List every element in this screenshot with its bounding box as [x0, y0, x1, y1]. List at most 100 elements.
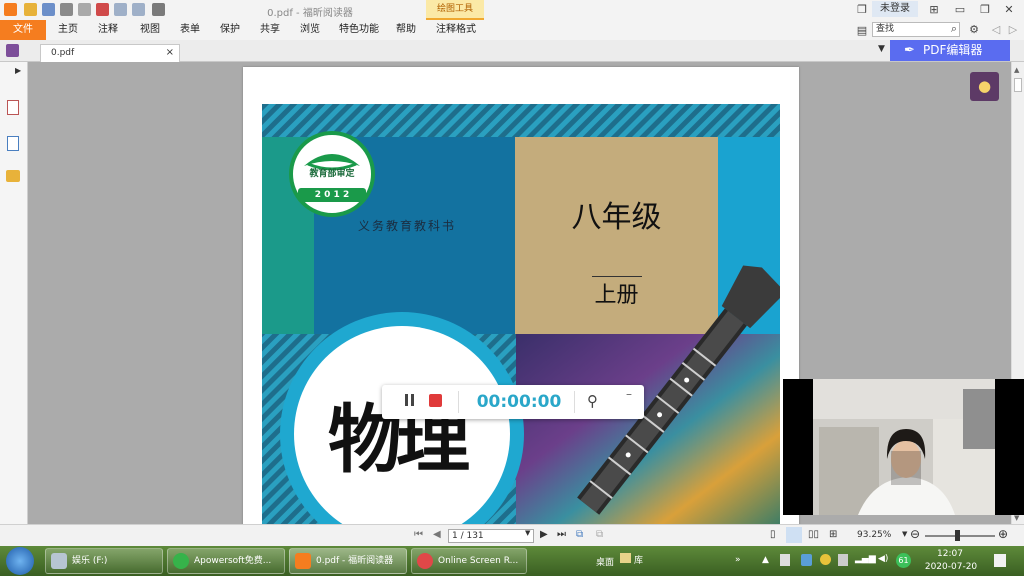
restore-button[interactable]: ❐ — [977, 3, 993, 16]
undo-icon[interactable] — [114, 3, 127, 16]
single-page-icon[interactable]: ▯ — [770, 529, 776, 540]
toolbar-expand-icon[interactable]: » — [735, 555, 741, 565]
redo-icon[interactable] — [132, 3, 145, 16]
prev-view-icon[interactable]: ⧉ — [576, 529, 583, 540]
page-dropdown-icon[interactable]: ▼ — [525, 529, 530, 537]
last-page-icon[interactable]: ⏭ — [557, 529, 566, 540]
taskbar-explorer[interactable]: 娱乐 (F:) — [45, 548, 163, 574]
start-button[interactable] — [6, 547, 34, 575]
taskbar-apowersoft-label: Apowersoft免费... — [194, 556, 272, 566]
close-button[interactable]: ✕ — [1001, 3, 1017, 16]
grid-icon[interactable]: ⊞ — [926, 3, 942, 16]
app-logo-icon — [4, 3, 17, 16]
sign-icon[interactable] — [6, 44, 19, 57]
network-icon[interactable]: ▂▄▆ — [855, 554, 876, 564]
zoom-slider-thumb[interactable] — [955, 530, 960, 541]
expand-panel-icon[interactable]: ▶ — [15, 66, 21, 75]
hand-tool-icon[interactable] — [152, 3, 165, 16]
menu-comment[interactable]: 注释 — [98, 20, 118, 40]
link-icon[interactable]: ⚲ — [587, 392, 598, 410]
page-number-input[interactable]: 1 / 131 — [448, 529, 534, 543]
drawing-tools-tab[interactable]: 绘图工具 — [426, 0, 484, 20]
zoom-level[interactable]: 93.25% — [857, 530, 891, 540]
library-toolbar[interactable]: 库 — [634, 553, 643, 566]
status-bar: ⏮ ◀ 1 / 131 ▼ ▶ ⏭ ⧉ ⧉ ▯ ▯▯ ⊞ 93.25% ▼ ⊖ … — [0, 524, 1024, 546]
zoom-out-icon[interactable]: ⊖ — [910, 527, 920, 541]
minimize-button[interactable]: ▭ — [952, 3, 968, 16]
menu-form[interactable]: 表单 — [180, 20, 200, 40]
keyboard-icon[interactable] — [780, 554, 790, 566]
app-tray-icon[interactable] — [820, 554, 831, 565]
menu-share[interactable]: 共享 — [260, 20, 280, 40]
security-icon[interactable] — [801, 554, 812, 566]
bookmarks-icon[interactable] — [7, 136, 19, 151]
settings-icon[interactable]: ⚙ — [966, 23, 982, 36]
zoom-slider[interactable] — [925, 535, 995, 537]
scroll-thumb[interactable] — [1014, 78, 1022, 92]
device-icon[interactable] — [838, 554, 848, 566]
recording-toolbar: 00:00:00 ⚲ – — [382, 385, 644, 419]
menu-comment-format[interactable]: 注释格式 — [436, 20, 476, 40]
next-view-icon[interactable]: ⧉ — [596, 529, 603, 540]
two-page-icon[interactable]: ▯▯ — [808, 529, 819, 540]
taskbar-foxit[interactable]: 0.pdf - 福昕阅读器 — [289, 548, 407, 574]
pdf-editor-button[interactable]: ✒ PDF编辑器 — [890, 40, 1010, 61]
comments-icon[interactable] — [6, 170, 20, 182]
continuous-page-icon[interactable] — [786, 527, 802, 543]
menu-view[interactable]: 视图 — [140, 20, 160, 40]
clock-date[interactable]: 2020-07-20 — [924, 562, 978, 572]
menu-protect[interactable]: 保护 — [220, 20, 240, 40]
pause-icon[interactable] — [405, 394, 408, 406]
stop-icon[interactable] — [429, 394, 442, 407]
seal-year: 2 0 1 2 — [314, 190, 350, 200]
menu-help[interactable]: 帮助 — [396, 20, 416, 40]
menu-home[interactable]: 主页 — [58, 20, 78, 40]
minimize-recorder-icon[interactable]: – — [626, 387, 632, 401]
close-tab-icon[interactable]: × — [166, 47, 174, 58]
prev-page-icon[interactable]: ◀ — [433, 529, 441, 540]
zoom-dropdown-icon[interactable]: ▼ — [902, 530, 907, 538]
scroll-up-icon[interactable]: ▲ — [1014, 66, 1019, 74]
screenshot-icon[interactable] — [78, 3, 91, 16]
skin-icon[interactable]: ❐ — [854, 3, 870, 16]
open-icon[interactable] — [24, 3, 37, 16]
taskbar-recorder[interactable]: Online Screen R... — [411, 548, 527, 574]
scroll-down-icon[interactable]: ▼ — [1014, 514, 1019, 522]
taskbar-recorder-label: Online Screen R... — [438, 556, 519, 566]
create-pdf-icon[interactable] — [96, 3, 109, 16]
document-tab[interactable]: 0.pdf × — [40, 44, 180, 62]
pen-icon: ✒ — [904, 43, 915, 58]
tips-button[interactable]: ● — [970, 72, 999, 101]
tab-dropdown-icon[interactable]: ▼ — [878, 44, 885, 54]
two-page-continuous-icon[interactable]: ⊞ — [829, 529, 837, 540]
menu-features[interactable]: 特色功能 — [339, 20, 379, 40]
taskbar-apowersoft[interactable]: Apowersoft免费... — [167, 548, 285, 574]
forward-icon[interactable]: ▷ — [1005, 23, 1021, 36]
menu-browse[interactable]: 浏览 — [300, 20, 320, 40]
volume-icon[interactable]: ◀) — [878, 554, 888, 564]
recorder-icon — [417, 553, 433, 569]
desktop-toolbar[interactable]: 桌面 — [596, 555, 614, 568]
clock-time[interactable]: 12:07 — [930, 549, 970, 559]
pdf-editor-label: PDF编辑器 — [923, 43, 983, 57]
window-title: 0.pdf - 福昕阅读器 — [267, 8, 353, 19]
search-icon[interactable]: ⌕ — [946, 22, 962, 36]
tray-expand-icon[interactable]: ▲ — [762, 555, 769, 565]
pages-icon[interactable] — [7, 100, 19, 115]
first-page-icon[interactable]: ⏮ — [414, 529, 423, 540]
webcam-overlay[interactable] — [783, 379, 1024, 515]
file-menu[interactable]: 文件 — [0, 20, 46, 40]
divider — [458, 391, 459, 413]
badge-icon[interactable]: 61 — [896, 553, 911, 568]
document-tab-label: 0.pdf — [51, 48, 75, 58]
zoom-in-icon[interactable]: ⊕ — [998, 527, 1008, 541]
foxit-icon — [295, 553, 311, 569]
action-center-icon[interactable] — [994, 554, 1006, 567]
print-icon[interactable] — [60, 3, 73, 16]
folder-search-icon: ▤ — [856, 24, 868, 37]
drive-icon — [51, 553, 67, 569]
back-icon[interactable]: ◁ — [988, 23, 1004, 36]
login-button[interactable]: 未登录 — [872, 1, 918, 17]
next-page-icon[interactable]: ▶ — [540, 529, 548, 540]
save-icon[interactable] — [42, 3, 55, 16]
